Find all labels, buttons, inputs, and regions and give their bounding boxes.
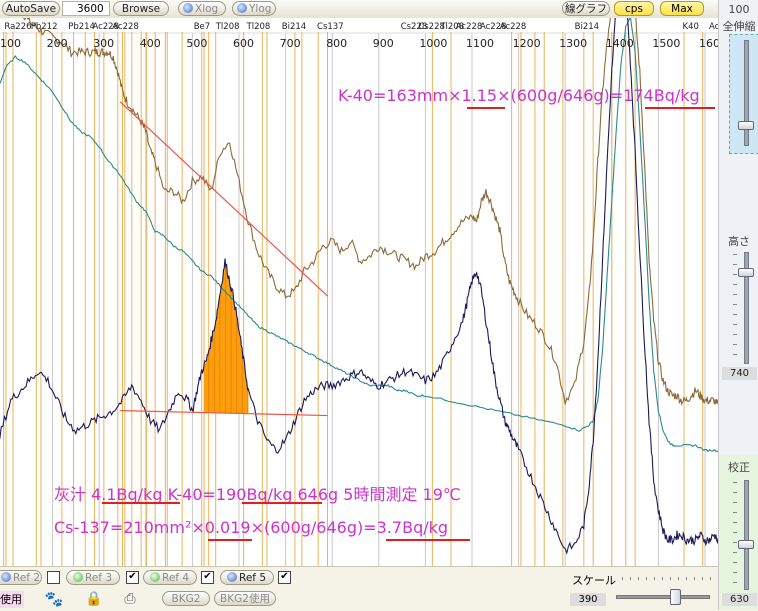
ref4-checkbox[interactable]: ✔ bbox=[201, 571, 214, 584]
x-tick-label: 100 bbox=[0, 37, 21, 50]
cs137-factor-underline bbox=[208, 539, 252, 541]
ref5-button[interactable]: Ref 5 bbox=[220, 570, 274, 585]
k40-result-underline bbox=[645, 107, 715, 109]
peak-label: Ac228 bbox=[500, 22, 527, 32]
ref3-radio-icon bbox=[73, 572, 83, 582]
x-tick-label: 1000 bbox=[419, 37, 447, 50]
autosave-button[interactable]: AutoSave bbox=[2, 1, 60, 16]
measurement-time-field[interactable]: 3600 bbox=[62, 1, 110, 16]
xlog-label: Xlog bbox=[195, 3, 219, 15]
ash-value-underline bbox=[102, 502, 180, 504]
peak-label: Ra226 bbox=[4, 22, 31, 32]
lock-icon[interactable]: 🔒 bbox=[84, 589, 104, 609]
zoom-value: 100 bbox=[728, 3, 750, 16]
x-tick-label: 400 bbox=[140, 37, 161, 50]
bkg2-use-button[interactable]: BKG2使用 bbox=[214, 591, 276, 606]
ref4-radio-icon bbox=[150, 572, 160, 582]
tick-label-layer: 100 200 300 400 500 600 700 800 900 1000 1100 1200 1… bbox=[0, 37, 718, 50]
x-tick-label: 1300 bbox=[559, 37, 587, 50]
height-thumb[interactable] bbox=[738, 268, 754, 277]
right-sidebar: 100 全伸縮 高さ 740 校正 630 bbox=[718, 0, 758, 610]
x-tick-label: 600 bbox=[233, 37, 254, 50]
peak-label: Pb212 bbox=[31, 22, 58, 32]
ylog-label: Ylog bbox=[249, 3, 272, 15]
scale-track[interactable] bbox=[616, 595, 710, 599]
x-tick-label: 1200 bbox=[513, 37, 541, 50]
ref5-radio-icon bbox=[227, 572, 237, 582]
calibration-label: 校正 bbox=[728, 461, 750, 474]
k40-value-underline bbox=[242, 502, 322, 504]
bkg2-button[interactable]: BKG2 bbox=[162, 591, 210, 606]
k40-formula-annotation: K-40=163mm×1.15×(600g/646g)=174Bq/kg bbox=[338, 86, 700, 105]
peak-label: Cs137 bbox=[317, 22, 344, 32]
x-tick-label: 300 bbox=[93, 37, 114, 50]
full-scale-label: 全伸縮 bbox=[722, 20, 756, 33]
calibration-value: 630 bbox=[722, 593, 757, 606]
x-tick-label: 1500 bbox=[652, 37, 680, 50]
bottom-bar: Ref 2 Ref 3 ✔ Ref 4 ✔ Ref 5 ✔ 使用 🐾 🔒 ⎙ B… bbox=[0, 566, 718, 611]
height-label: 高さ bbox=[728, 235, 750, 248]
peak-label: Tl208 bbox=[215, 22, 240, 32]
peak-label: Tl208 bbox=[246, 22, 271, 32]
peak-label: Bi214 bbox=[575, 22, 599, 32]
ref2-button[interactable]: Ref 2 bbox=[0, 570, 42, 585]
ref4-label: Ref 4 bbox=[162, 572, 189, 584]
unit-cps-button[interactable]: cps bbox=[614, 1, 654, 16]
cs137-formula-annotation: Cs-137=210mm²×0.019×(600g/646g)=3.7Bq/kg bbox=[54, 518, 449, 537]
k40-factor-underline bbox=[467, 107, 505, 109]
ref3-label: Ref 3 bbox=[85, 572, 112, 584]
ylog-radio-icon bbox=[237, 3, 247, 13]
max-button[interactable]: Max bbox=[660, 1, 704, 16]
peak-label: Ac228 bbox=[456, 22, 483, 32]
ref2-radio-icon bbox=[1, 572, 11, 582]
height-ticks bbox=[733, 254, 737, 360]
x-tick-label: 800 bbox=[326, 37, 347, 50]
ref3-button[interactable]: Ref 3 bbox=[66, 570, 120, 585]
x-tick-label: 700 bbox=[280, 37, 301, 50]
x-tick-label: 1400 bbox=[606, 37, 634, 50]
ylog-toggle[interactable]: Ylog bbox=[232, 1, 276, 16]
ref2-label: Ref 2 bbox=[13, 572, 40, 584]
height-value: 740 bbox=[722, 367, 757, 380]
ref3-checkbox[interactable]: ✔ bbox=[126, 571, 139, 584]
xlog-radio-icon bbox=[183, 3, 193, 13]
use-label: 使用 bbox=[0, 591, 24, 608]
spectrum-plot: 100 200 300 400 500 600 700 800 900 1000 1100 1200 1… bbox=[0, 18, 718, 566]
browse-button[interactable]: Browse bbox=[113, 1, 169, 16]
calibration-thumb[interactable] bbox=[738, 540, 754, 549]
peak-label: K40 bbox=[683, 22, 699, 32]
series-line-2 bbox=[0, 18, 718, 453]
peak-label: Ac228 bbox=[112, 22, 139, 32]
graph-type-button[interactable]: 線グラフ bbox=[562, 1, 610, 16]
calibration-panel bbox=[719, 455, 758, 610]
peak-label: Be7 bbox=[194, 22, 210, 32]
scale-ticks bbox=[622, 577, 712, 580]
peak-label: Ac228 bbox=[709, 22, 718, 32]
scale-value: 390 bbox=[570, 593, 606, 606]
full-scale-track[interactable] bbox=[744, 40, 749, 146]
calibration-ticks bbox=[733, 482, 737, 586]
x-tick-label: 900 bbox=[373, 37, 394, 50]
cs137-result-underline bbox=[386, 539, 470, 541]
scale-thumb[interactable] bbox=[670, 589, 681, 605]
ref4-button[interactable]: Ref 4 bbox=[143, 570, 197, 585]
full-scale-thumb[interactable] bbox=[738, 121, 754, 130]
x-tick-label: 1100 bbox=[466, 37, 494, 50]
toolbar: AutoSave 3600 Browse Xlog Ylog 線グラフ cps … bbox=[0, 0, 718, 19]
calibration-track[interactable] bbox=[744, 480, 749, 590]
xlog-toggle[interactable]: Xlog bbox=[178, 1, 226, 16]
x-tick-label: 1600 bbox=[699, 37, 718, 50]
ref2-checkbox[interactable] bbox=[47, 571, 60, 584]
scale-label: スケール bbox=[572, 574, 616, 587]
peak-label: Pb214 bbox=[68, 22, 95, 32]
paw-icon[interactable]: 🐾 bbox=[44, 589, 64, 609]
x-tick-label: 200 bbox=[47, 37, 68, 50]
peak-label: Bi214 bbox=[282, 22, 306, 32]
ref5-checkbox[interactable]: ✔ bbox=[278, 571, 291, 584]
x-tick-label: 500 bbox=[186, 37, 207, 50]
ref5-label: Ref 5 bbox=[239, 572, 266, 584]
printer-icon[interactable]: ⎙ bbox=[120, 589, 140, 609]
